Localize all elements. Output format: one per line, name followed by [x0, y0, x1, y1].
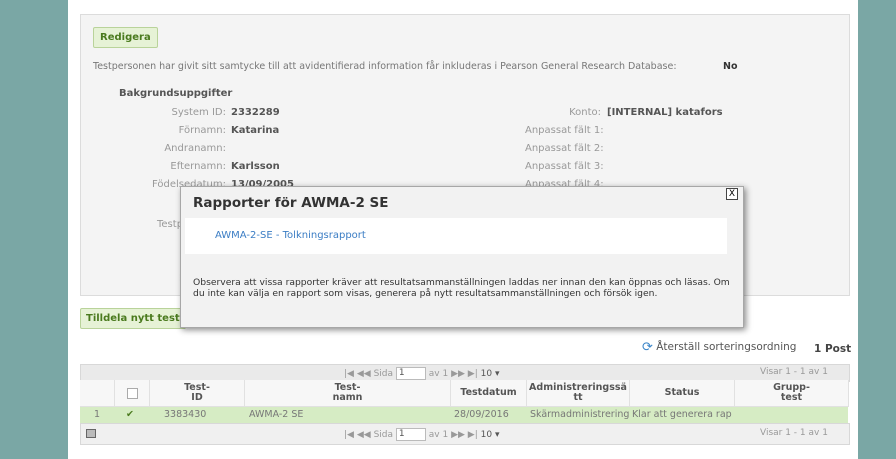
pager-bottom: |◀ ◀◀ Sida 1 av 1 ▶▶ ▶| 10 ▾: [344, 428, 500, 441]
close-icon[interactable]: X: [726, 188, 738, 200]
field-label: Konto:: [569, 107, 601, 118]
col-status[interactable]: Status: [630, 380, 735, 407]
page-input[interactable]: 1: [395, 428, 426, 441]
select-all-checkbox[interactable]: [126, 387, 138, 399]
field-system-id: System ID:: [81, 107, 227, 121]
col-test-name[interactable]: Test- namn: [245, 380, 451, 407]
dialog-note: Observera att vissa rapporter kräver att…: [193, 277, 730, 299]
post-count: 1 Post: [814, 343, 852, 355]
page-of-label: av 1: [428, 430, 449, 440]
col-test-date[interactable]: Testdatum: [451, 380, 527, 407]
prev-page-icon[interactable]: ◀◀: [357, 369, 371, 379]
field-last-name: Efternamn:: [81, 161, 226, 175]
field-middle-name: Andranamn:: [81, 143, 226, 157]
field-label: Förnamn:: [178, 125, 226, 136]
page-input[interactable]: 1: [395, 367, 426, 380]
reset-sort-label: Återställ sorteringsordning: [656, 341, 797, 353]
last-page-icon[interactable]: ▶|: [468, 430, 478, 440]
showing-count-top: Visar 1 - 1 av 1: [760, 367, 828, 377]
field-label: Efternamn:: [170, 161, 226, 172]
consent-value: No: [723, 61, 738, 72]
reports-dialog: Rapporter för AWMA-2 SE X AWMA-2-SE - To…: [180, 186, 744, 328]
field-first-name: Förnamn:: [81, 125, 226, 139]
field-account: Konto:: [481, 107, 601, 121]
row-test-name: AWMA-2 SE: [249, 409, 304, 420]
col-test-id[interactable]: Test- ID: [150, 380, 245, 407]
chevron-down-icon[interactable]: ▾: [495, 369, 500, 379]
reset-sort-link[interactable]: ⟳ Återställ sorteringsordning: [642, 340, 796, 355]
consent-text: Testpersonen har givit sitt samtycke til…: [93, 61, 677, 72]
refresh-icon: ⟳: [642, 340, 653, 355]
page-label: Sida: [373, 430, 394, 440]
row-test-date: 28/09/2016: [454, 409, 509, 420]
field-value: [INTERNAL] katafors: [607, 107, 723, 118]
field-value: Katarina: [231, 125, 280, 136]
next-page-icon[interactable]: ▶▶: [451, 369, 465, 379]
col-index: [80, 380, 115, 407]
field-label: System ID:: [171, 107, 227, 118]
prev-page-icon[interactable]: ◀◀: [357, 430, 371, 440]
field-value: Karlsson: [231, 161, 280, 172]
first-page-icon[interactable]: |◀: [344, 430, 354, 440]
background-title: Bakgrundsuppgifter: [119, 88, 233, 99]
chevron-down-icon[interactable]: ▾: [495, 430, 500, 440]
row-status: Klar att generera rapp: [632, 409, 732, 420]
field-label: Anpassat fält 3:: [525, 161, 604, 172]
pager-top: |◀ ◀◀ Sida 1 av 1 ▶▶ ▶| 10 ▾: [344, 367, 500, 380]
grid-options-icon[interactable]: [86, 429, 96, 438]
showing-count-bottom: Visar 1 - 1 av 1: [760, 428, 828, 438]
report-link[interactable]: AWMA-2-SE - Tolkningsrapport: [215, 230, 366, 241]
field-value: 2332289: [231, 107, 280, 118]
col-administration[interactable]: Administreringssä tt: [527, 380, 630, 407]
field-label: Anpassat fält 2:: [525, 143, 604, 154]
row-index: 1: [94, 409, 101, 420]
report-list: AWMA-2-SE - Tolkningsrapport: [185, 218, 727, 254]
col-select[interactable]: [115, 380, 150, 407]
page-of-label: av 1: [428, 369, 449, 379]
consent-line: Testpersonen har givit sitt samtycke til…: [93, 61, 833, 72]
field-label: Anpassat fält 1:: [525, 125, 604, 136]
edit-button[interactable]: Redigera: [93, 27, 158, 48]
col-group-test[interactable]: Grupp- test: [735, 380, 849, 407]
first-page-icon[interactable]: |◀: [344, 369, 354, 379]
last-page-icon[interactable]: ▶|: [468, 369, 478, 379]
row-checkbox[interactable]: ✔: [126, 407, 134, 423]
per-page-select[interactable]: 10: [481, 430, 492, 440]
dialog-title: Rapporter för AWMA-2 SE: [193, 195, 389, 211]
row-administration: Skärmadministrering: [530, 409, 630, 420]
next-page-icon[interactable]: ▶▶: [451, 430, 465, 440]
per-page-select[interactable]: 10: [481, 369, 492, 379]
row-test-id: 3383430: [164, 409, 207, 420]
assign-test-button[interactable]: Tilldela nytt test: [80, 308, 186, 329]
page-label: Sida: [373, 369, 394, 379]
field-label: Andranamn:: [164, 143, 226, 154]
